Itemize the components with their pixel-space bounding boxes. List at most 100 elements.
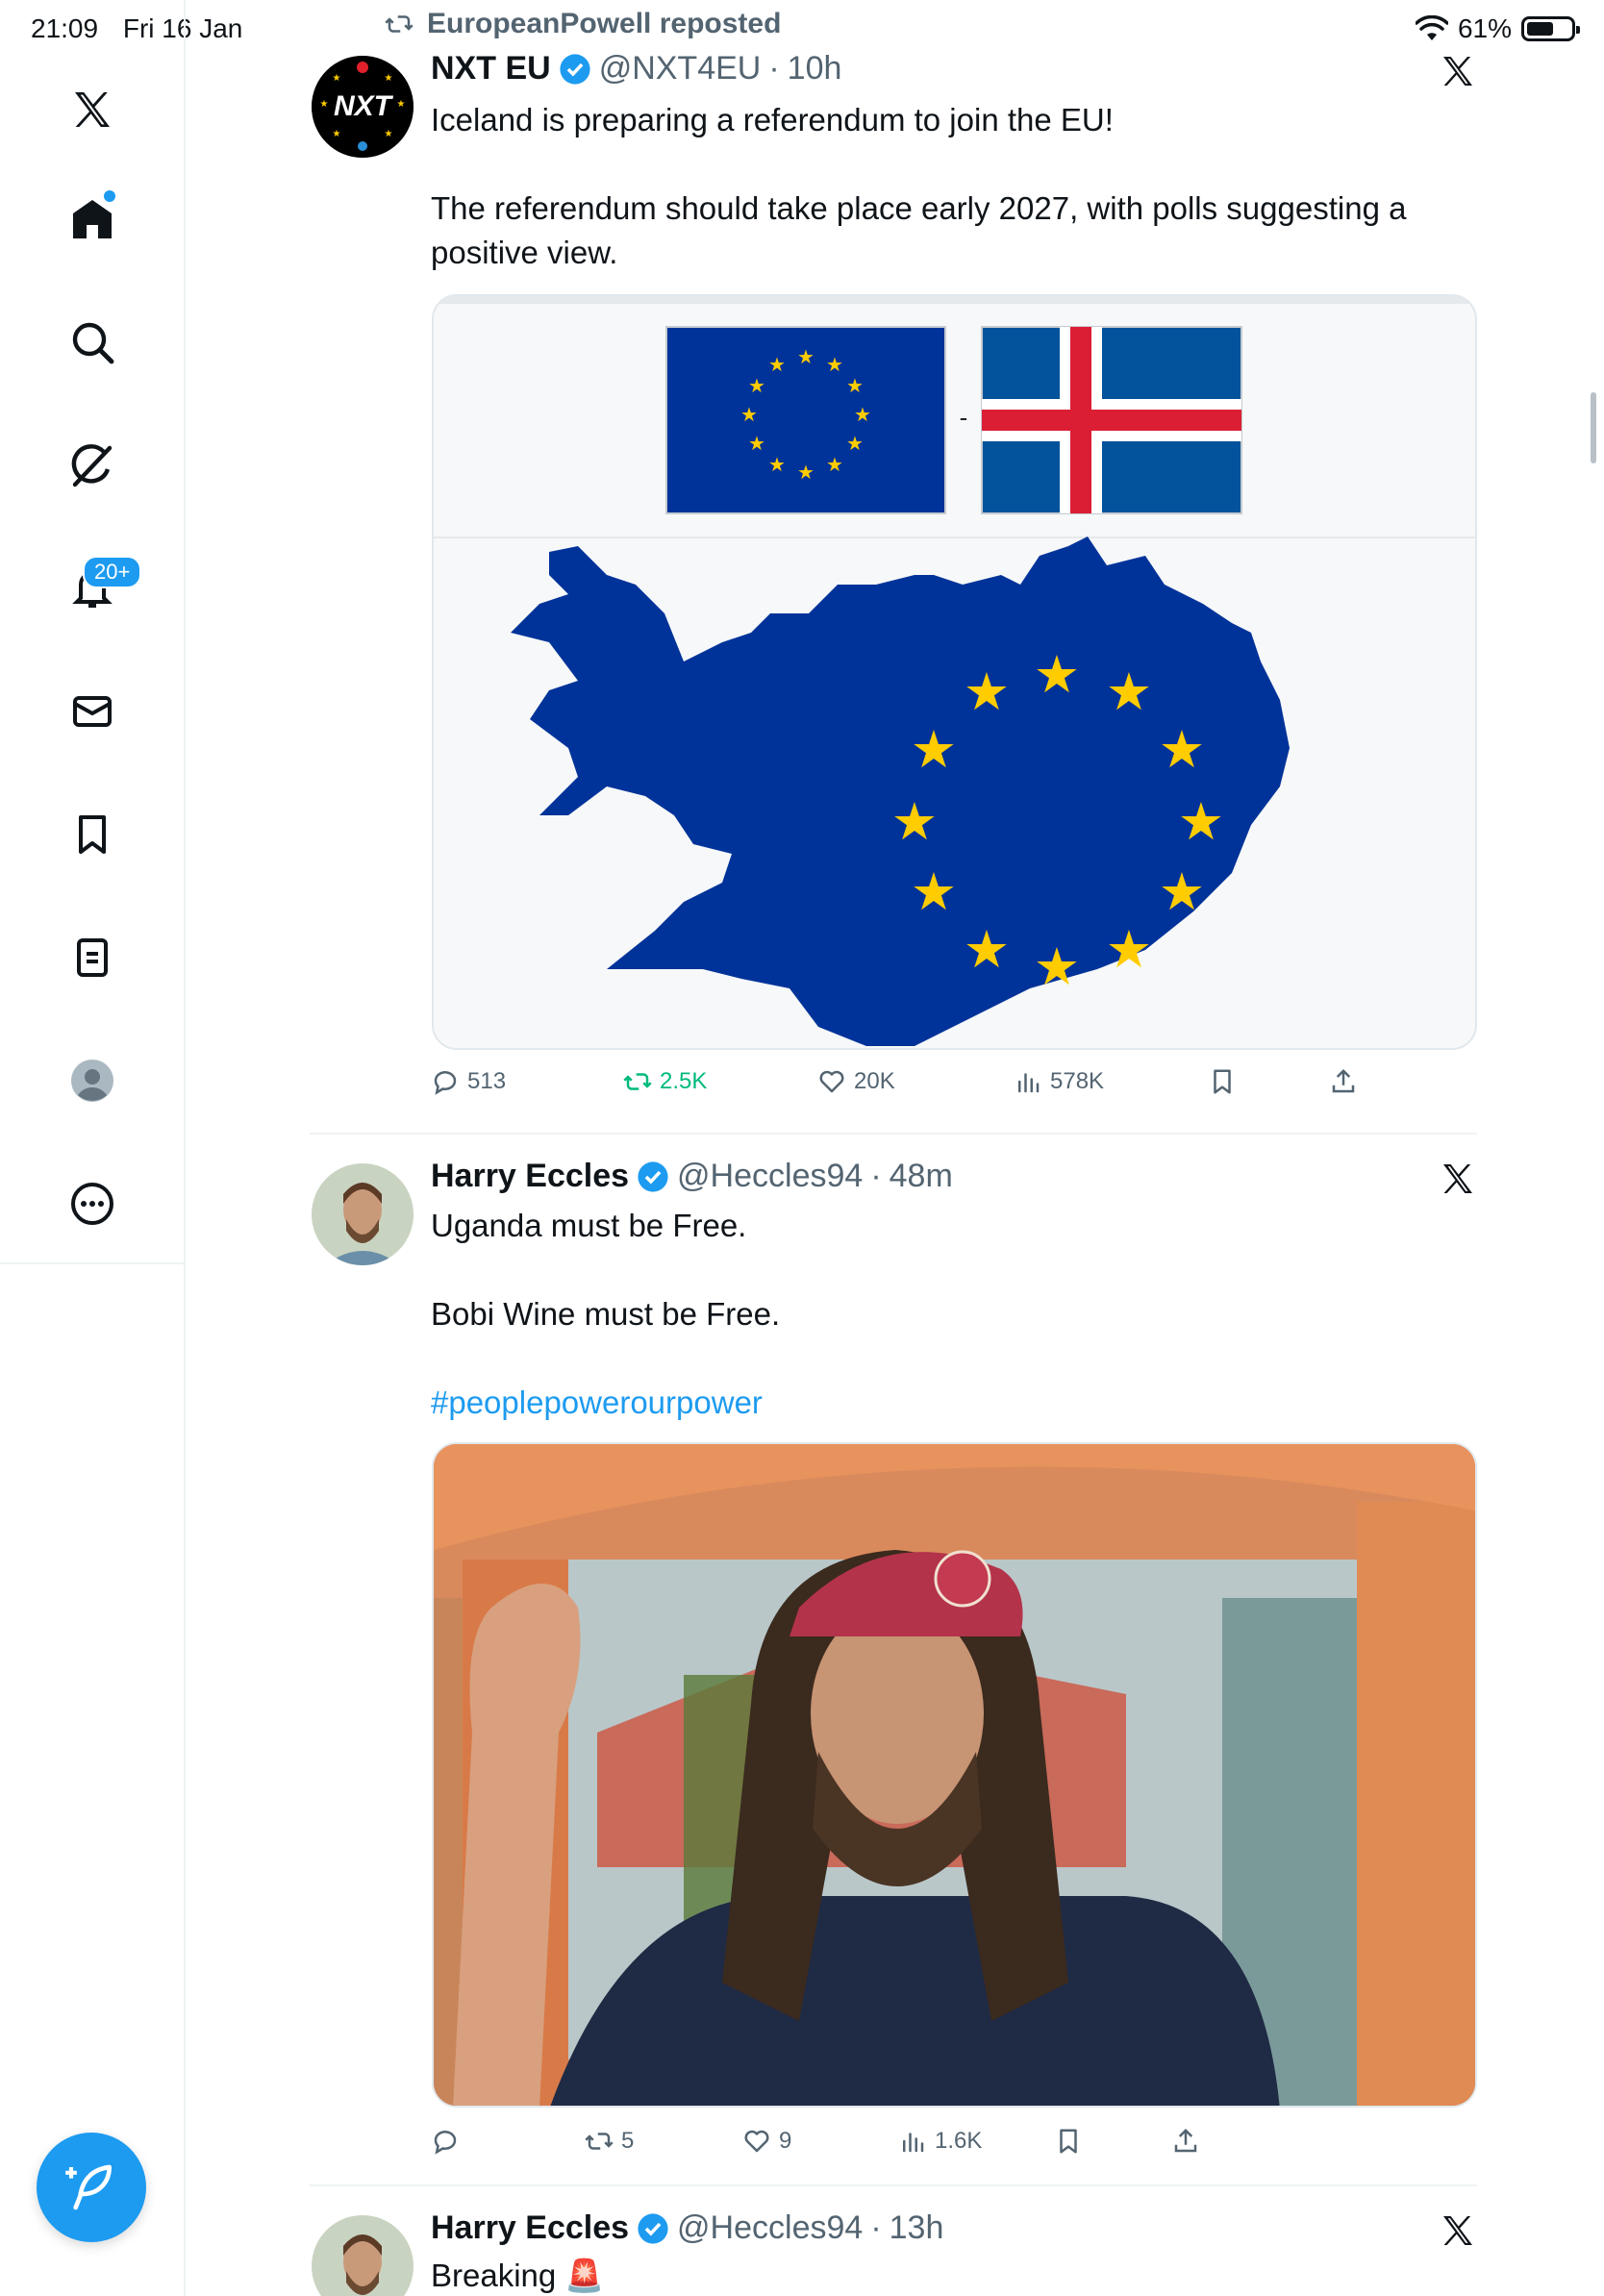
x-logo-icon[interactable] bbox=[1439, 52, 1477, 90]
tweet-text: Iceland is preparing a referendum to joi… bbox=[431, 98, 1489, 275]
tweet-divider bbox=[310, 2184, 1477, 2186]
view-count: 1.6K bbox=[935, 2128, 983, 2154]
author-name[interactable]: Harry Eccles bbox=[431, 2209, 629, 2247]
svg-text:★: ★ bbox=[911, 861, 957, 922]
svg-text:★: ★ bbox=[1034, 936, 1080, 997]
scrollbar[interactable] bbox=[1591, 392, 1596, 463]
compose-feather-icon bbox=[65, 2164, 112, 2210]
hashtag-link[interactable]: #peoplepowerourpower bbox=[431, 1381, 1489, 1425]
sidebar-divider bbox=[0, 1262, 186, 1264]
tweet-line: The referendum should take place early 2… bbox=[431, 190, 1407, 226]
video-thumbnail bbox=[434, 1444, 1475, 2106]
svg-text:★: ★ bbox=[748, 374, 765, 397]
svg-text:★: ★ bbox=[1178, 791, 1224, 852]
more-icon[interactable] bbox=[63, 1175, 121, 1233]
repost-icon bbox=[385, 15, 414, 33]
svg-text:NXT: NXT bbox=[334, 90, 394, 122]
tweet-time[interactable]: 48m bbox=[890, 1158, 953, 1195]
view-count: 578K bbox=[1050, 1068, 1105, 1094]
tweet-header: Harry Eccles @Heccles94 · 48m bbox=[431, 1158, 953, 1195]
author-handle[interactable]: @NXT4EU bbox=[599, 50, 762, 87]
avatar[interactable] bbox=[312, 1163, 414, 1265]
verified-badge-icon bbox=[638, 2212, 668, 2244]
avatar[interactable]: ★ ★ ★ ★ ★ ★ ★ ★ NXT bbox=[312, 56, 414, 158]
share-button[interactable] bbox=[1171, 2127, 1200, 2156]
like-button[interactable]: 9 bbox=[742, 2127, 791, 2156]
share-icon bbox=[1174, 2128, 1197, 2153]
battery-icon bbox=[1521, 16, 1580, 41]
reply-icon bbox=[434, 1071, 457, 1095]
tweet-text: Uganda must be Free. Bobi Wine must be F… bbox=[431, 1204, 1489, 1425]
repost-indicator: EuropeanPowell reposted bbox=[383, 8, 781, 40]
bookmark-button[interactable] bbox=[1208, 1067, 1237, 1096]
reply-count: 513 bbox=[467, 1068, 507, 1094]
author-handle[interactable]: @Heccles94 bbox=[677, 1158, 863, 1195]
svg-text:★: ★ bbox=[385, 129, 393, 139]
svg-text:★: ★ bbox=[797, 345, 815, 368]
compose-button[interactable] bbox=[37, 2133, 146, 2242]
tweet-video[interactable] bbox=[432, 1442, 1477, 2108]
author-name[interactable]: NXT EU bbox=[431, 50, 551, 87]
tweet-divider bbox=[310, 1133, 1477, 1135]
battery-percent: 61% bbox=[1457, 13, 1512, 43]
x-logo-icon[interactable] bbox=[1439, 2211, 1477, 2250]
svg-text:★: ★ bbox=[846, 432, 864, 455]
home-notification-dot bbox=[104, 190, 115, 202]
share-button[interactable] bbox=[1329, 1067, 1358, 1096]
share-icon bbox=[1332, 1068, 1355, 1093]
svg-text:★: ★ bbox=[964, 919, 1010, 980]
tweet-time[interactable]: 13h bbox=[890, 2209, 944, 2247]
tweet-actions: 513 2.5K 20K 578K bbox=[431, 1067, 1489, 1106]
repost-button[interactable]: 5 bbox=[585, 2127, 634, 2156]
views-button[interactable]: 578K bbox=[1014, 1067, 1104, 1096]
reply-button[interactable] bbox=[431, 2127, 467, 2156]
wifi-icon bbox=[1415, 15, 1448, 40]
messages-icon[interactable] bbox=[63, 683, 121, 740]
x-logo-icon[interactable] bbox=[1439, 1160, 1477, 1198]
tweet-header: NXT EU @NXT4EU · 10h bbox=[431, 50, 841, 87]
repost-count: 5 bbox=[621, 2128, 635, 2154]
svg-text:★: ★ bbox=[854, 403, 871, 426]
svg-text:★: ★ bbox=[1159, 719, 1205, 780]
tweet-image[interactable]: ★ ★ ★ ★ ★ ★ ★ ★ ★ ★ ★ ★ - ★ ★ ★ ★ ★ ★ ★ ★ ★ ★ ★ ★ bbox=[432, 294, 1477, 1050]
profile-icon[interactable] bbox=[63, 1052, 121, 1110]
svg-text:★: ★ bbox=[385, 73, 393, 84]
separator-dot: · bbox=[870, 2209, 882, 2246]
author-name[interactable]: Harry Eccles bbox=[431, 1158, 629, 1195]
like-button[interactable]: 20K bbox=[817, 1067, 895, 1096]
repost-icon bbox=[585, 2133, 614, 2150]
author-handle[interactable]: @Heccles94 bbox=[677, 2209, 863, 2247]
avatar[interactable] bbox=[312, 2215, 414, 2296]
svg-text:★: ★ bbox=[1159, 861, 1205, 922]
tweet-time[interactable]: 10h bbox=[788, 50, 842, 87]
svg-text:★: ★ bbox=[397, 99, 406, 110]
svg-text:★: ★ bbox=[826, 453, 843, 476]
repost-button[interactable]: 2.5K bbox=[623, 1067, 707, 1096]
x-logo-icon[interactable] bbox=[63, 81, 121, 138]
separator-dot: · bbox=[870, 1158, 882, 1194]
svg-text:★: ★ bbox=[1106, 919, 1152, 980]
repost-count: 2.5K bbox=[660, 1068, 708, 1094]
views-chart-icon bbox=[1018, 1073, 1040, 1093]
grok-icon[interactable] bbox=[63, 437, 121, 494]
bookmark-button[interactable] bbox=[1054, 2127, 1083, 2156]
svg-text:★: ★ bbox=[748, 432, 765, 455]
tweet-line: Iceland is preparing a referendum to joi… bbox=[431, 102, 1114, 137]
lists-icon[interactable] bbox=[63, 929, 121, 986]
verified-badge-icon bbox=[638, 1160, 668, 1192]
svg-text:★: ★ bbox=[911, 719, 957, 780]
sidebar: 20+ bbox=[0, 0, 186, 2296]
svg-text:★: ★ bbox=[797, 461, 815, 484]
search-icon[interactable] bbox=[63, 313, 121, 371]
tweet-line: positive view. bbox=[431, 235, 618, 270]
svg-text:★: ★ bbox=[964, 661, 1010, 722]
svg-text:★: ★ bbox=[333, 129, 341, 139]
reply-button[interactable]: 513 bbox=[431, 1067, 506, 1096]
bookmark-icon bbox=[1060, 2129, 1077, 2154]
svg-text:★: ★ bbox=[320, 99, 329, 110]
heart-icon bbox=[744, 2130, 769, 2153]
views-button[interactable]: 1.6K bbox=[898, 2127, 982, 2156]
repost-icon bbox=[623, 1073, 652, 1090]
bookmarks-icon[interactable] bbox=[63, 806, 121, 863]
